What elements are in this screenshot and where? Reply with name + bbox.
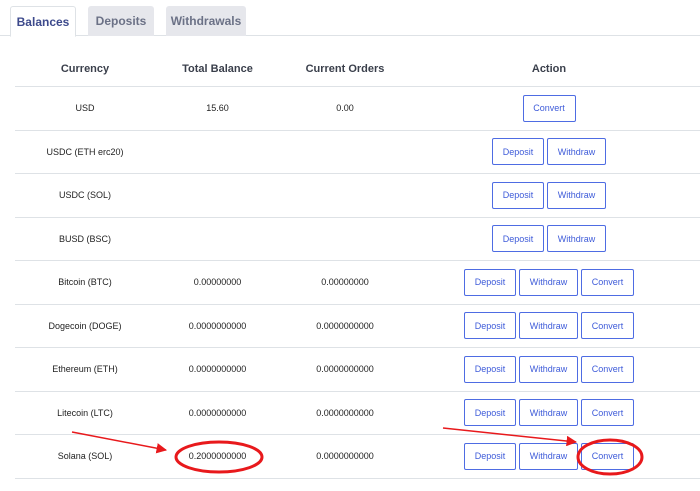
orders-cell: 0.0000000000 [316,451,374,462]
withdraw-button[interactable]: Withdraw [547,138,606,166]
balance-cell: 15.60 [206,103,229,114]
deposit-button[interactable]: Deposit [492,225,544,253]
withdraw-button[interactable]: Withdraw [547,181,606,209]
convert-button[interactable]: Convert [581,268,634,296]
balance-cell [155,218,280,261]
currency-cell: BUSD (BSC) [58,233,111,244]
currency-cell: Bitcoin (BTC) [58,277,112,288]
action-cell: Deposit Withdraw Convert [410,261,688,304]
table-row: Bitcoin (BTC) 0.00000000 0.00000000 Deposit… [15,261,700,305]
deposit-button[interactable]: Deposit [464,355,516,383]
header-current-orders: Current Orders [305,62,385,75]
tab-bar: Balances Deposits Withdrawals [0,0,700,37]
action-cell: Deposit Withdraw Convert [410,435,688,478]
withdraw-button[interactable]: Withdraw [519,355,578,383]
tab-withdrawals[interactable]: Withdrawals [166,6,246,36]
action-cell: Deposit Withdraw Convert [410,305,688,348]
convert-button[interactable]: Convert [581,399,634,427]
header-total-balance: Total Balance [182,62,253,75]
table-row: Solana (SOL) 0.2000000000 0.0000000000 Depo… [15,435,700,479]
orders-cell [280,131,410,174]
convert-button[interactable]: Convert [581,442,634,470]
orders-cell: 0.0000000000 [316,364,374,375]
table-row: Dogecoin (DOGE) 0.0000000000 0.0000000000 D… [15,305,700,348]
table-row: BUSD (BSC) Deposit Withdraw [15,218,700,261]
tab-balances[interactable]: Balances [10,6,76,37]
currency-cell: Litecoin (LTC) [57,407,113,418]
deposit-button[interactable]: Deposit [464,268,516,296]
deposit-button[interactable]: Deposit [464,399,516,427]
table-row: USD 15.60 0.00 Convert [15,87,700,131]
table-header: Currency Total Balance Current Orders Ac… [15,50,700,87]
action-cell: Deposit Withdraw [410,131,688,174]
balance-cell [155,131,280,174]
action-cell: Deposit Withdraw [410,218,688,261]
currency-cell: Solana (SOL) [57,451,113,462]
currency-cell: USDC (ETH erc20) [46,146,124,157]
header-currency: Currency [60,62,110,75]
balance-cell: 0.0000000000 [188,407,247,418]
tab-deposits[interactable]: Deposits [88,6,154,36]
deposit-button[interactable]: Deposit [464,312,516,340]
orders-cell: 0.0000000000 [316,320,374,331]
withdraw-button[interactable]: Withdraw [547,225,606,253]
table-row: USDC (ETH erc20) Deposit Withdraw [15,131,700,174]
orders-cell: 0.0000000000 [316,407,374,418]
withdraw-button[interactable]: Withdraw [519,399,578,427]
withdraw-button[interactable]: Withdraw [519,268,578,296]
orders-cell: 0.00 [336,103,354,114]
currency-cell: Dogecoin (DOGE) [48,320,122,331]
balance-cell [155,174,280,217]
orders-cell [280,174,410,217]
balance-cell: 0.00000000 [193,277,242,288]
deposit-button[interactable]: Deposit [492,181,544,209]
balances-table: Currency Total Balance Current Orders Ac… [15,50,700,479]
convert-button[interactable]: Convert [581,355,634,383]
withdraw-button[interactable]: Withdraw [519,442,578,470]
action-cell: Convert [410,87,688,130]
table-row: USDC (SOL) Deposit Withdraw [15,174,700,218]
balance-cell: 0.2000000000 [188,451,247,462]
convert-button[interactable]: Convert [581,312,634,340]
convert-button[interactable]: Convert [522,94,576,122]
action-cell: Deposit Withdraw [410,174,688,217]
currency-cell: USD [75,103,95,114]
balance-cell: 0.0000000000 [188,320,247,331]
orders-cell: 0.00000000 [321,277,369,288]
deposit-button[interactable]: Deposit [464,442,516,470]
table-row: Litecoin (LTC) 0.0000000000 0.0000000000 De… [15,392,700,435]
withdraw-button[interactable]: Withdraw [519,312,578,340]
action-cell: Deposit Withdraw Convert [410,348,688,391]
action-cell: Deposit Withdraw Convert [410,392,688,435]
table-row: Ethereum (ETH) 0.0000000000 0.0000000000 De… [15,348,700,392]
table-body: USD 15.60 0.00 Convert USDC (ETH erc20) Depos… [15,87,700,479]
currency-cell: USDC (SOL) [58,190,111,201]
deposit-button[interactable]: Deposit [492,138,544,166]
balance-cell: 0.0000000000 [188,364,247,375]
header-action: Action [531,62,567,75]
orders-cell [280,218,410,261]
currency-cell: Ethereum (ETH) [52,364,118,375]
